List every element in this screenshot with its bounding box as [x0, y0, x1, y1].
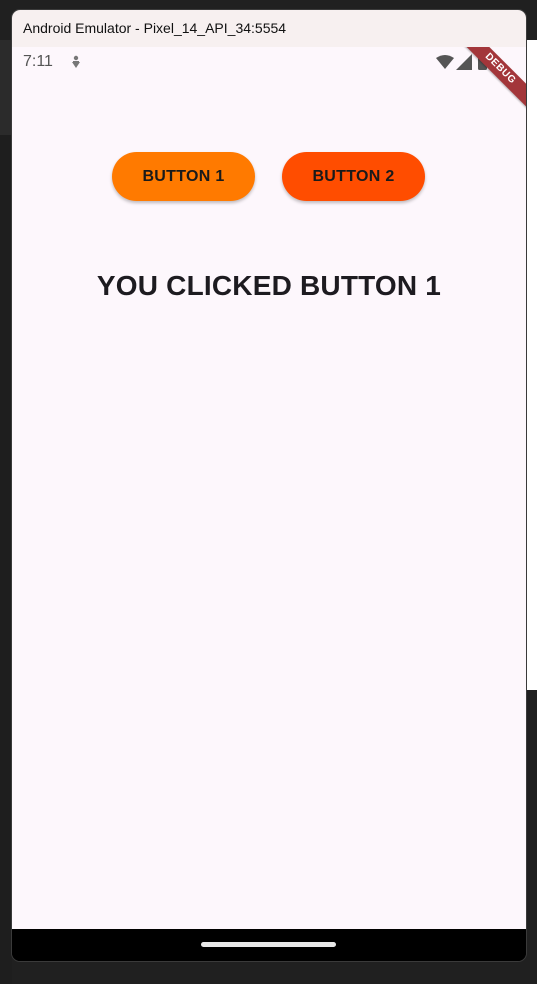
status-time: 7:11 — [23, 53, 53, 70]
phone-screen: 7:11 DEBUG BUTTON 1 BUTTON 2 YOU CLICKED… — [12, 47, 526, 929]
desktop-backdrop — [0, 40, 12, 984]
desktop-backdrop-right — [525, 40, 537, 690]
home-gesture-handle[interactable] — [201, 942, 336, 947]
emulator-window: Android Emulator - Pixel_14_API_34:5554 … — [12, 10, 526, 961]
desktop-backdrop-strip — [0, 40, 12, 135]
status-bar: 7:11 — [12, 47, 526, 77]
button-1[interactable]: BUTTON 1 — [112, 152, 255, 201]
navigation-bar — [12, 929, 526, 961]
window-title-bar[interactable]: Android Emulator - Pixel_14_API_34:5554 — [12, 10, 526, 47]
window-title: Android Emulator - Pixel_14_API_34:5554 — [23, 20, 287, 36]
wifi-icon — [436, 55, 454, 69]
result-message: YOU CLICKED BUTTON 1 — [96, 270, 442, 301]
signal-icon — [456, 54, 472, 70]
button-2[interactable]: BUTTON 2 — [282, 152, 425, 201]
notification-icon — [72, 55, 80, 68]
